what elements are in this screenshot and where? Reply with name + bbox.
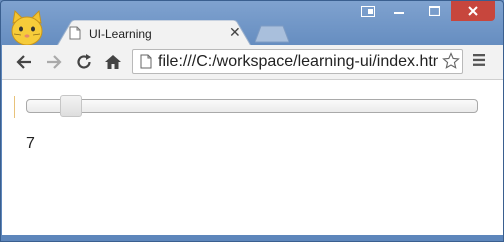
browser-window: UI-Learning ✕ file:///C:/workspace/learn… xyxy=(0,0,504,242)
menu-icon[interactable] xyxy=(472,53,486,72)
back-icon[interactable] xyxy=(14,52,34,72)
address-bar[interactable]: file:///C:/workspace/learning-ui/index.h… xyxy=(132,49,463,74)
profile-switch-icon[interactable] xyxy=(355,1,381,21)
slider-handle[interactable] xyxy=(60,95,83,117)
minimize-icon[interactable] xyxy=(381,1,417,21)
page-content: 7 xyxy=(2,80,503,235)
forward-icon[interactable] xyxy=(44,52,64,72)
browser-toolbar: file:///C:/workspace/learning-ui/index.h… xyxy=(2,45,503,80)
close-icon[interactable] xyxy=(451,1,495,21)
focus-marker xyxy=(14,96,15,118)
tab-ui-learning[interactable]: UI-Learning ✕ xyxy=(57,20,251,46)
reload-icon[interactable] xyxy=(74,52,94,72)
range-slider[interactable] xyxy=(26,95,478,117)
url-text[interactable]: file:///C:/workspace/learning-ui/index.h… xyxy=(158,53,438,71)
slider-value-text: 7 xyxy=(26,135,35,152)
cat-avatar-icon[interactable] xyxy=(9,9,45,49)
window-controls xyxy=(355,1,495,21)
maximize-icon[interactable] xyxy=(417,1,451,21)
tab-title: UI-Learning xyxy=(89,27,152,41)
page-icon xyxy=(140,54,152,74)
home-icon[interactable] xyxy=(103,52,123,72)
tab-close-icon[interactable]: ✕ xyxy=(229,24,241,41)
star-icon[interactable] xyxy=(442,52,460,75)
